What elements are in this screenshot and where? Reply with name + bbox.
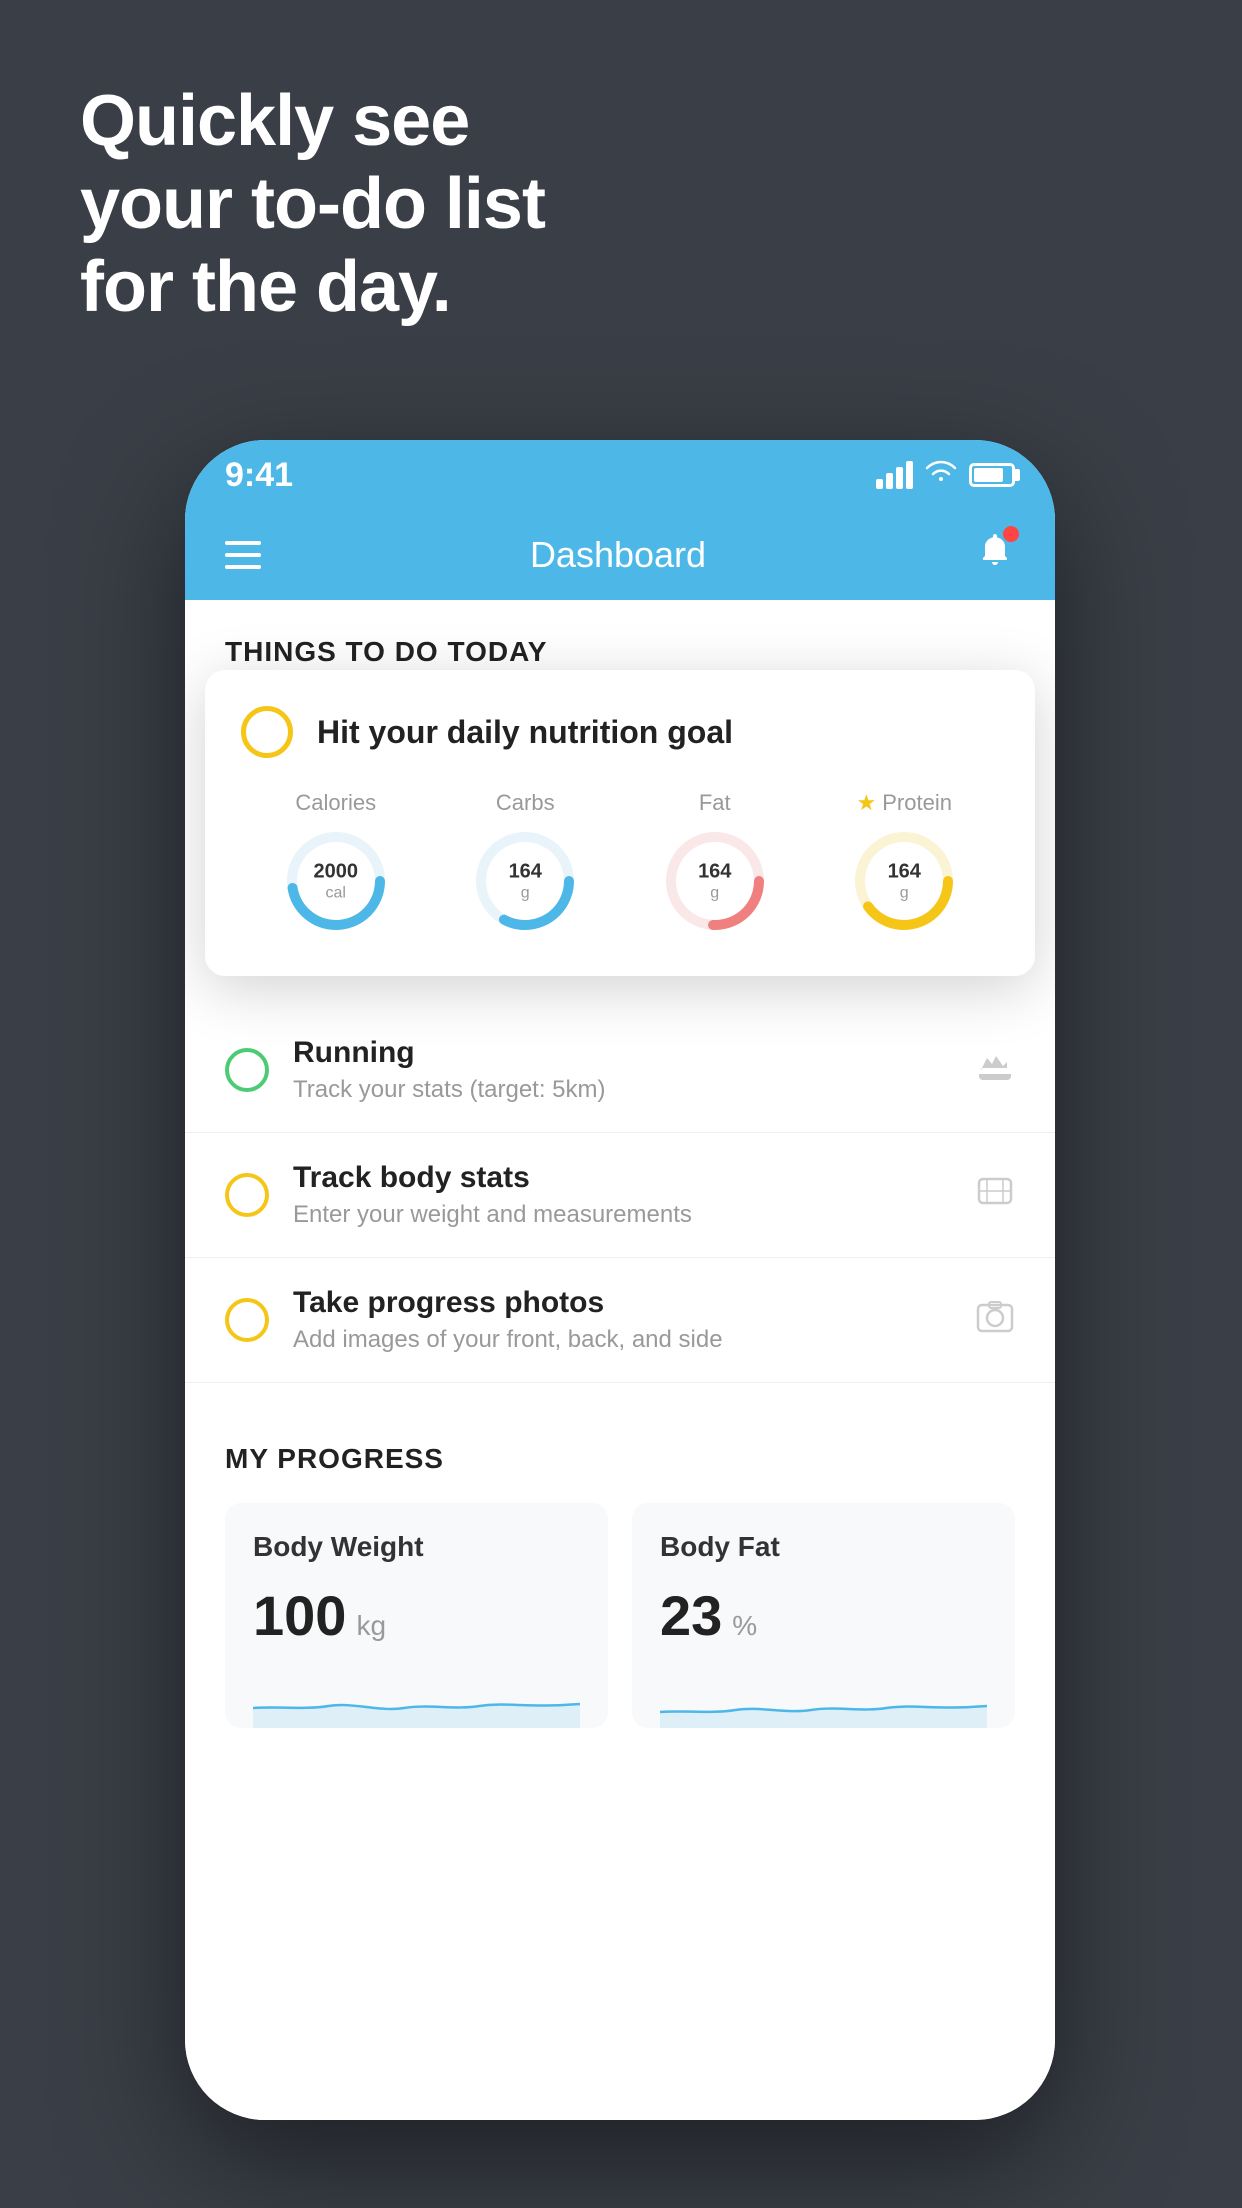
status-icons (876, 459, 1015, 492)
todo-sub-body-stats: Enter your weight and measurements (293, 1201, 951, 1229)
carbs-stat: Carbs 164 g (470, 790, 580, 936)
todo-title-body-stats: Track body stats (293, 1161, 951, 1195)
fat-stat: Fat 164 g (660, 790, 770, 936)
todo-list: Running Track your stats (target: 5km) T… (185, 1008, 1055, 1383)
protein-value: 164 g (888, 859, 921, 902)
progress-cards: Body Weight 100 kg Body Fat (225, 1503, 1015, 1728)
todo-circle-photos (225, 1298, 269, 1342)
todo-title-photos: Take progress photos (293, 1286, 951, 1320)
todo-text-body-stats: Track body stats Enter your weight and m… (293, 1161, 951, 1229)
body-fat-unit: % (732, 1610, 757, 1642)
protein-stat: ★ Protein 164 g (849, 790, 959, 936)
photo-icon (975, 1298, 1015, 1343)
fat-value: 164 g (698, 859, 731, 902)
menu-icon[interactable] (225, 541, 261, 569)
body-weight-value: 100 kg (253, 1583, 580, 1648)
content-area: THINGS TO DO TODAY Hit your daily nutrit… (185, 600, 1055, 2120)
notification-dot (1003, 526, 1019, 542)
body-fat-value: 23 % (660, 1583, 987, 1648)
status-bar: 9:41 (185, 440, 1055, 510)
nav-bar: Dashboard (185, 510, 1055, 600)
body-fat-sparkline (660, 1668, 987, 1728)
body-weight-number: 100 (253, 1583, 346, 1648)
nutrition-check-circle (241, 706, 293, 758)
wifi-icon (925, 459, 957, 492)
headline: Quickly see your to-do list for the day. (80, 80, 545, 328)
todo-item-running[interactable]: Running Track your stats (target: 5km) (185, 1008, 1055, 1133)
headline-line3: for the day. (80, 246, 545, 329)
protein-star: ★ (857, 790, 877, 816)
shoe-icon (975, 1048, 1015, 1093)
todo-circle-running (225, 1048, 269, 1092)
protein-label: ★ Protein (857, 790, 952, 816)
todo-circle-body-stats (225, 1173, 269, 1217)
todo-sub-running: Track your stats (target: 5km) (293, 1076, 951, 1104)
headline-line2: your to-do list (80, 163, 545, 246)
nutrition-title: Hit your daily nutrition goal (317, 714, 733, 751)
protein-donut: 164 g (849, 826, 959, 936)
fat-donut: 164 g (660, 826, 770, 936)
calories-value: 2000 cal (314, 859, 359, 902)
carbs-donut: 164 g (470, 826, 580, 936)
todo-text-photos: Take progress photos Add images of your … (293, 1286, 951, 1354)
todo-title-running: Running (293, 1036, 951, 1070)
signal-icon (876, 461, 913, 489)
carbs-value: 164 g (509, 859, 542, 902)
battery-icon (969, 463, 1015, 487)
body-fat-title: Body Fat (660, 1531, 987, 1563)
todo-sub-photos: Add images of your front, back, and side (293, 1326, 951, 1354)
body-weight-sparkline (253, 1668, 580, 1728)
todo-item-body-stats[interactable]: Track body stats Enter your weight and m… (185, 1133, 1055, 1258)
nav-title: Dashboard (530, 534, 706, 576)
calories-label: Calories (295, 790, 376, 816)
phone-mockup: 9:41 Da (185, 440, 1055, 2120)
body-fat-number: 23 (660, 1583, 722, 1648)
nutrition-header: Hit your daily nutrition goal (241, 706, 999, 758)
progress-header: MY PROGRESS (225, 1443, 1015, 1475)
todo-text-running: Running Track your stats (target: 5km) (293, 1036, 951, 1104)
body-weight-title: Body Weight (253, 1531, 580, 1563)
carbs-label: Carbs (496, 790, 555, 816)
body-weight-card[interactable]: Body Weight 100 kg (225, 1503, 608, 1728)
status-time: 9:41 (225, 456, 293, 495)
nutrition-card[interactable]: Hit your daily nutrition goal Calories 2… (205, 670, 1035, 976)
nutrition-stats: Calories 2000 cal Carbs (241, 790, 999, 936)
scale-icon (975, 1173, 1015, 1218)
todo-item-photos[interactable]: Take progress photos Add images of your … (185, 1258, 1055, 1383)
body-weight-unit: kg (356, 1610, 386, 1642)
fat-label: Fat (699, 790, 731, 816)
body-fat-card[interactable]: Body Fat 23 % (632, 1503, 1015, 1728)
calories-stat: Calories 2000 cal (281, 790, 391, 936)
bell-icon[interactable] (975, 530, 1015, 580)
headline-line1: Quickly see (80, 80, 545, 163)
calories-donut: 2000 cal (281, 826, 391, 936)
progress-section: MY PROGRESS Body Weight 100 kg (185, 1403, 1055, 1728)
